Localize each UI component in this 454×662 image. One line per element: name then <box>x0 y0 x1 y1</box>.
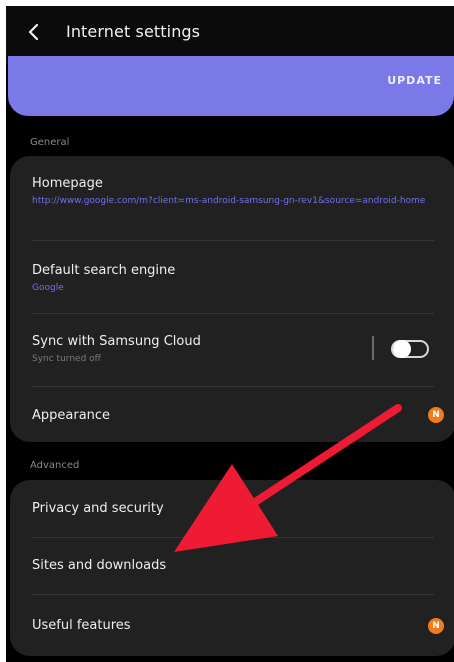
privacy-security-row[interactable]: Privacy and security <box>10 480 454 536</box>
section-label-advanced: Advanced <box>30 460 80 471</box>
chevron-left-icon <box>27 23 41 45</box>
sites-downloads-title: Sites and downloads <box>32 558 167 573</box>
default-search-engine-value: Google <box>32 283 64 293</box>
general-settings-card: Homepage http://www.google.com/m?client=… <box>10 156 454 442</box>
appearance-title: Appearance <box>32 408 111 423</box>
update-button[interactable]: UPDATE <box>387 74 442 87</box>
useful-features-title: Useful features <box>32 618 131 633</box>
toggle-knob <box>393 340 411 358</box>
default-search-engine-title: Default search engine <box>32 263 176 278</box>
homepage-title: Homepage <box>32 176 103 191</box>
sync-samsung-cloud-title: Sync with Samsung Cloud <box>32 334 201 349</box>
sync-status: Sync turned off <box>32 354 101 364</box>
toggle-separator <box>372 336 374 360</box>
default-search-engine-row[interactable]: Default search engine Google <box>10 241 454 316</box>
useful-features-row[interactable]: Useful features N <box>10 595 454 655</box>
update-banner: UPDATE <box>8 56 454 116</box>
sync-samsung-cloud-row[interactable]: Sync with Samsung Cloud Sync turned off <box>10 314 454 386</box>
sync-toggle[interactable] <box>391 340 429 358</box>
new-badge: N <box>428 407 444 423</box>
homepage-row[interactable]: Homepage http://www.google.com/m?client=… <box>10 156 454 240</box>
phone-screen: Internet settings UPDATE General Homepag… <box>6 6 454 662</box>
back-button[interactable] <box>20 20 48 48</box>
privacy-security-title: Privacy and security <box>32 501 164 516</box>
section-label-general: General <box>30 137 70 148</box>
sites-downloads-row[interactable]: Sites and downloads <box>10 538 454 594</box>
new-badge: N <box>428 618 444 634</box>
appearance-row[interactable]: Appearance N <box>10 387 454 442</box>
advanced-settings-card: Privacy and security Sites and downloads… <box>10 480 454 656</box>
homepage-url: http://www.google.com/m?client=ms-androi… <box>32 196 426 206</box>
page-title: Internet settings <box>66 22 201 41</box>
